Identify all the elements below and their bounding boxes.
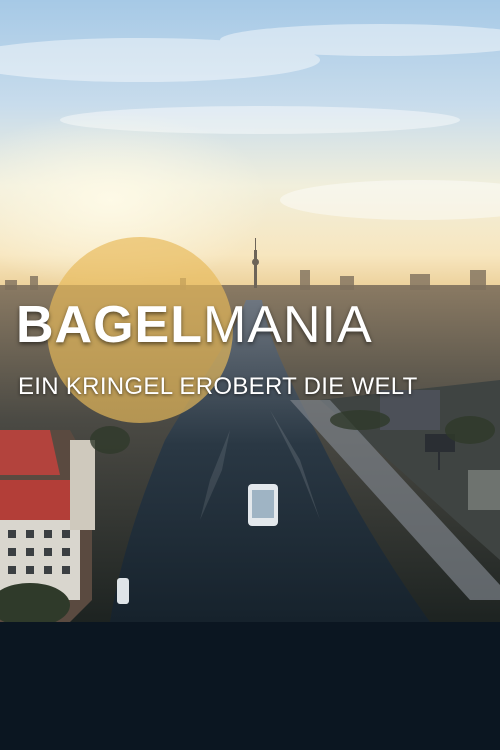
- show-title: BAGELMANIA: [16, 290, 373, 360]
- poster: BAGELMANIA EIN KRINGEL EROBERT DIE WELT: [0, 0, 500, 750]
- show-subtitle: EIN KRINGEL EROBERT DIE WELT: [18, 373, 418, 400]
- title-bold-part: BAGEL: [16, 296, 203, 354]
- title-light-part: MANIA: [203, 296, 373, 354]
- bottom-band: [0, 622, 500, 750]
